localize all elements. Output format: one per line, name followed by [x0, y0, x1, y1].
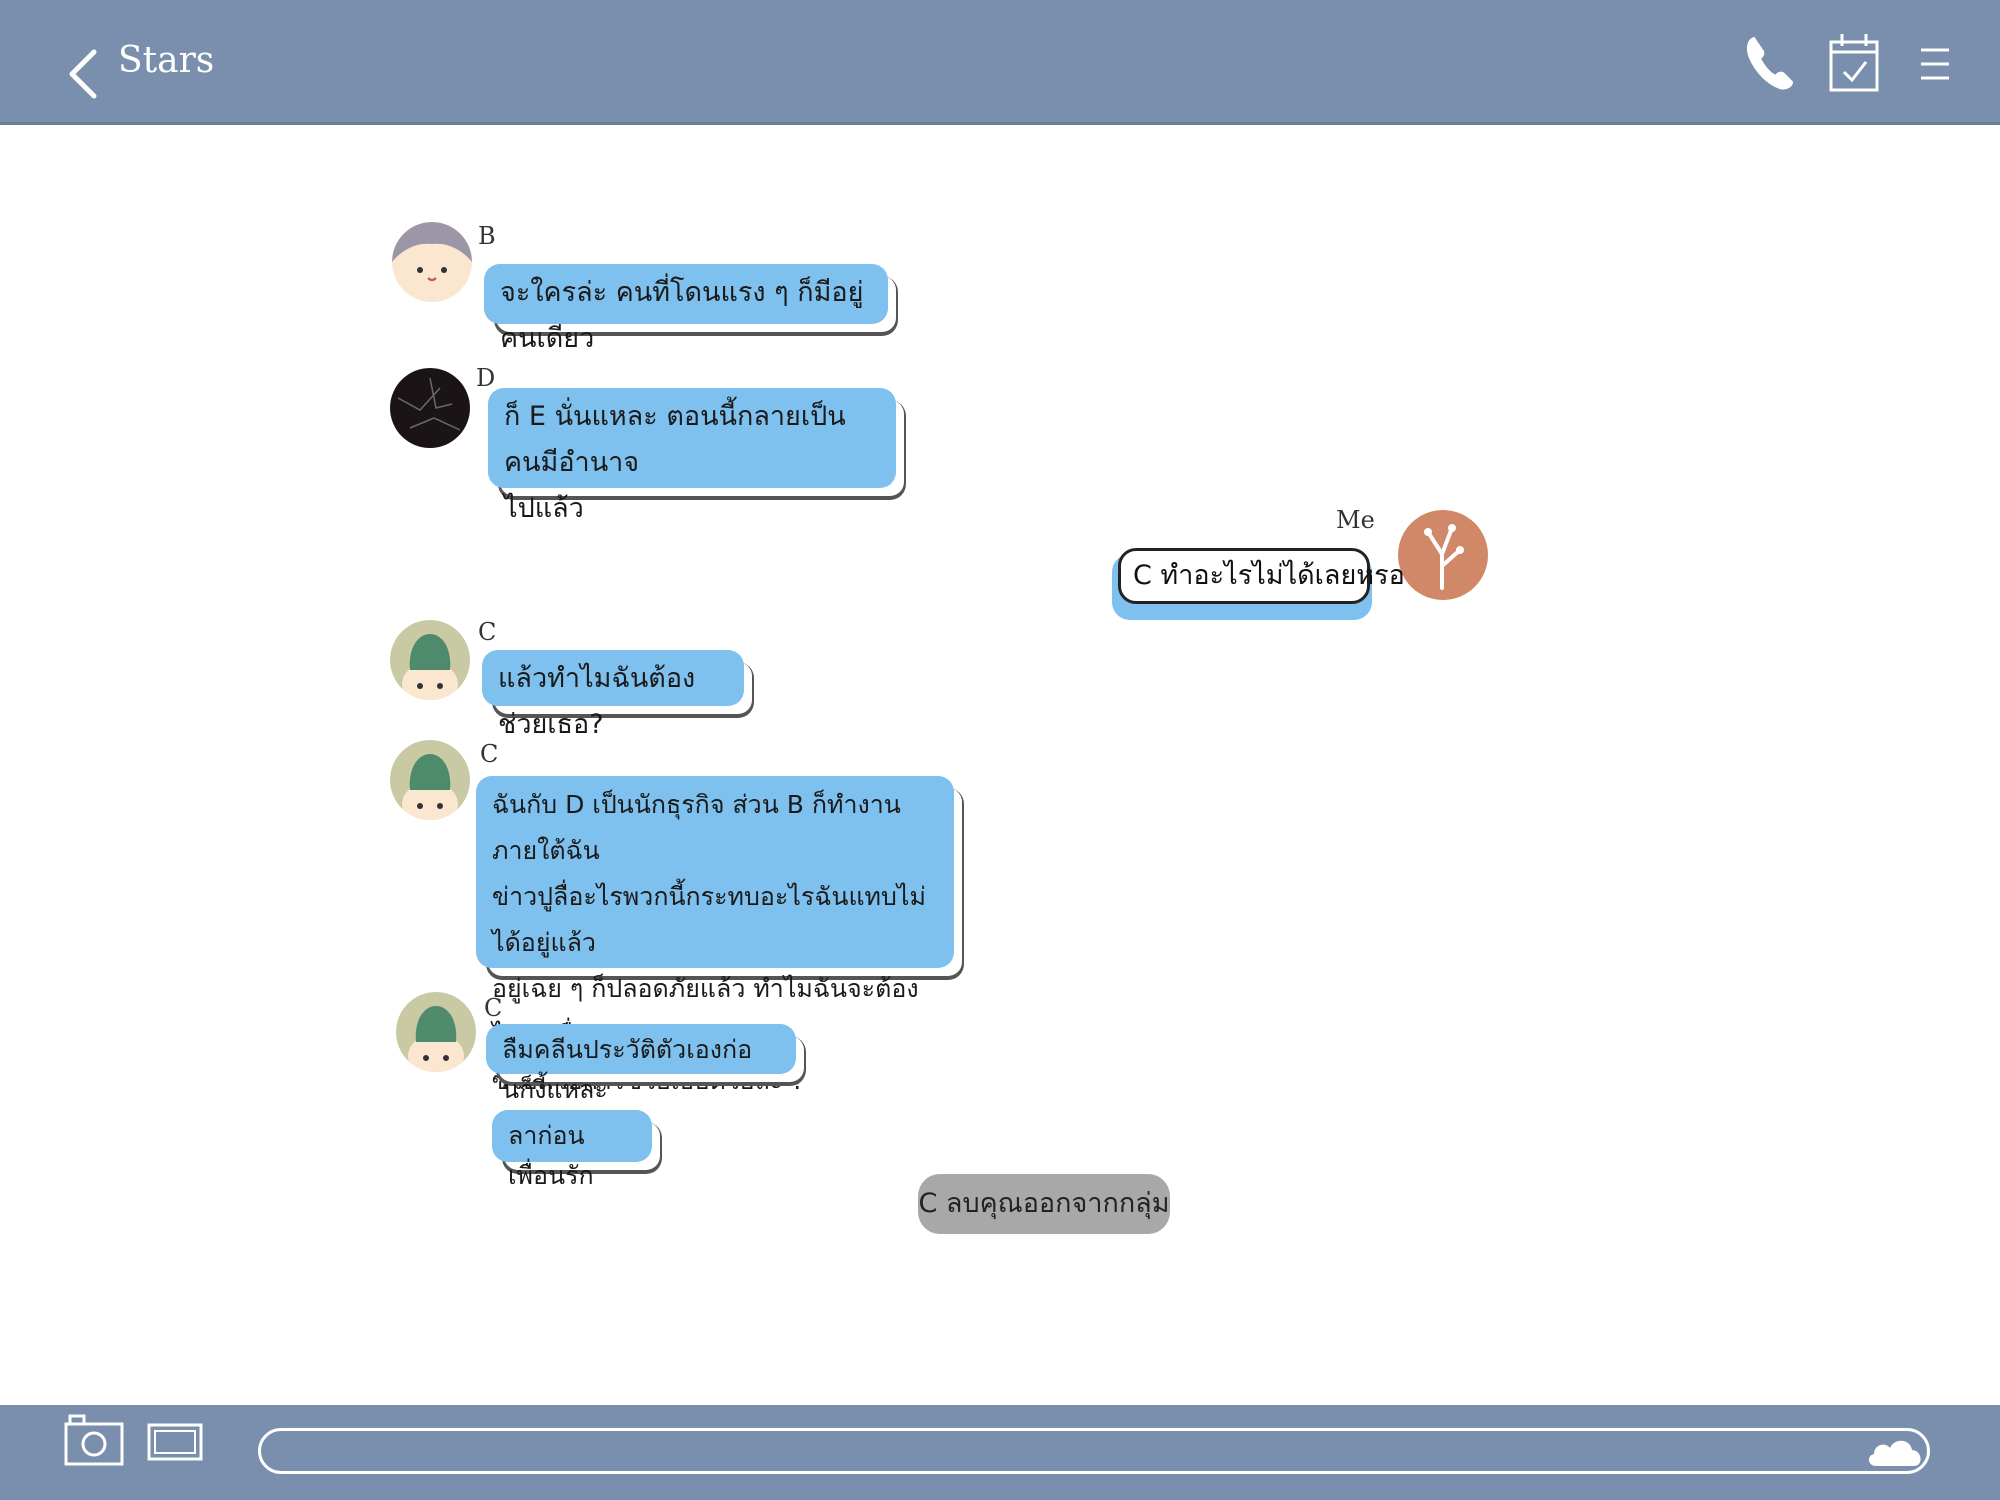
- phone-icon[interactable]: [1740, 30, 1796, 94]
- avatar-c[interactable]: [396, 992, 476, 1072]
- message-text: ฉันกับ D เป็นนักธุรกิจ ส่วน B ก็ทำงานภาย…: [492, 790, 901, 865]
- message-text: C ทำอะไรไม่ได้เลยหรอ: [1133, 560, 1405, 591]
- image-icon[interactable]: [146, 1422, 204, 1462]
- message-text: ลืมคลีนประวัติตัวเองก่อนก็งี้แหละ: [502, 1035, 753, 1104]
- sender-name: C: [484, 994, 503, 1022]
- back-icon[interactable]: [64, 48, 112, 100]
- avatar-b[interactable]: [392, 222, 472, 302]
- camera-icon[interactable]: [62, 1412, 126, 1468]
- avatar-d[interactable]: [390, 368, 470, 448]
- message-bubble[interactable]: ฉันกับ D เป็นนักธุรกิจ ส่วน B ก็ทำงานภาย…: [476, 776, 954, 1095]
- sender-name: Me: [1336, 506, 1375, 534]
- cloud-icon[interactable]: [1864, 1432, 1926, 1472]
- system-message: C ลบคุณออกจากกลุ่ม: [918, 1174, 1170, 1234]
- sender-name: C: [478, 618, 497, 646]
- message-text: ลาก่อนเพื่อนรัก: [508, 1121, 594, 1190]
- my-message-bubble[interactable]: C ทำอะไรไม่ได้เลยหรอ: [1118, 548, 1405, 604]
- sender-name: B: [478, 222, 496, 250]
- calendar-check-icon[interactable]: [1826, 30, 1882, 94]
- chat-title: Stars: [118, 40, 215, 81]
- sender-name: C: [480, 740, 499, 768]
- message-input[interactable]: [258, 1428, 1930, 1474]
- avatar-me[interactable]: [1398, 510, 1488, 600]
- menu-icon[interactable]: [1918, 44, 1952, 84]
- message-bubble[interactable]: แล้วทำไมฉันต้องช่วยเธอ?: [482, 650, 744, 740]
- message-bubble[interactable]: ลาก่อนเพื่อนรัก: [492, 1110, 652, 1190]
- message-text: แล้วทำไมฉันต้องช่วยเธอ?: [498, 663, 696, 740]
- message-bubble[interactable]: จะใครล่ะ คนที่โดนแรง ๆ ก็มีอยู่คนเดียว: [484, 264, 888, 354]
- avatar-c[interactable]: [390, 740, 470, 820]
- message-text: ก็ E นั่นแหละ ตอนนี้กลายเป็นคนมีอำนาจ: [504, 401, 846, 478]
- avatar-c[interactable]: [390, 620, 470, 700]
- message-text: ข่าวปูลื่อะไรพวกนี้กระทบอะไรฉันแทบไม่ได้…: [492, 882, 926, 957]
- top-bar: Stars: [0, 0, 2000, 125]
- message-text: จะใครล่ะ คนที่โดนแรง ๆ ก็มีอยู่คนเดียว: [500, 277, 864, 354]
- message-text: ไปแล้ว: [504, 493, 584, 524]
- sender-name: D: [476, 364, 496, 392]
- message-bubble[interactable]: ลืมคลีนประวัติตัวเองก่อนก็งี้แหละ: [486, 1024, 796, 1104]
- message-bubble[interactable]: ก็ E นั่นแหละ ตอนนี้กลายเป็นคนมีอำนาจ ไป…: [488, 388, 896, 524]
